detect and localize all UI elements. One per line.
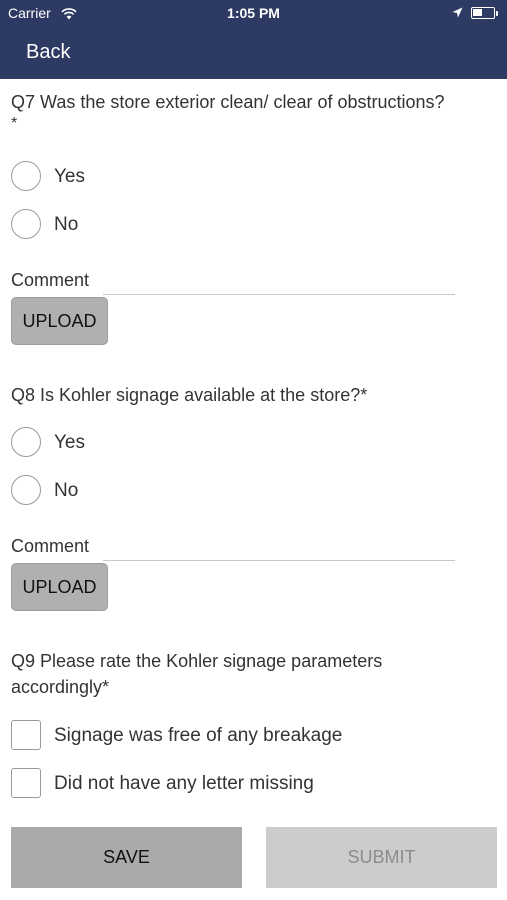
status-bar: Carrier 1:05 PM <box>0 5 507 23</box>
q8-no-label: No <box>54 480 79 501</box>
survey-form: Q7 Was the store exterior clean/ clear o… <box>0 79 507 900</box>
battery-fill <box>473 9 482 16</box>
footer-actions: SAVE SUBMIT <box>0 813 507 900</box>
q7-no-radio[interactable] <box>11 209 41 239</box>
question-q7-required-mark: * <box>11 115 18 132</box>
q7-comment-input[interactable] <box>103 271 455 295</box>
question-q9-text-line1: Q9 Please rate the Kohler signage parame… <box>11 651 383 671</box>
question-q8-text: Q8 Is Kohler signage available at the st… <box>11 385 368 405</box>
save-button[interactable]: SAVE <box>11 827 242 888</box>
question-q9-text-line2: accordingly* <box>11 677 110 697</box>
q7-upload-button[interactable]: UPLOAD <box>11 297 108 345</box>
submit-button[interactable]: SUBMIT <box>266 827 497 888</box>
q8-yes-radio[interactable] <box>11 427 41 457</box>
q9-option-2-label: Did not have any letter missing <box>54 773 314 794</box>
q8-comment-input[interactable] <box>103 537 455 561</box>
q8-no-radio[interactable] <box>11 475 41 505</box>
question-q7-text: Q7 Was the store exterior clean/ clear o… <box>11 92 445 112</box>
navigation-bar: Carrier 1:05 PM Back <box>0 0 507 79</box>
q9-option-1-checkbox[interactable] <box>11 720 41 750</box>
q9-option-1-label: Signage was free of any breakage <box>54 725 343 746</box>
battery-tip <box>496 11 498 16</box>
q7-yes-radio[interactable] <box>11 161 41 191</box>
q7-no-label: No <box>54 214 79 235</box>
back-button[interactable]: Back <box>26 41 70 64</box>
location-arrow-icon <box>452 7 463 18</box>
q8-comment-label: Comment <box>11 536 90 556</box>
q7-yes-label: Yes <box>54 166 85 187</box>
q7-comment-label: Comment <box>11 270 90 290</box>
q8-upload-button[interactable]: UPLOAD <box>11 563 108 611</box>
q8-yes-label: Yes <box>54 432 85 453</box>
status-time: 1:05 PM <box>227 5 280 21</box>
battery-icon <box>471 7 495 19</box>
q9-option-2-checkbox[interactable] <box>11 768 41 798</box>
